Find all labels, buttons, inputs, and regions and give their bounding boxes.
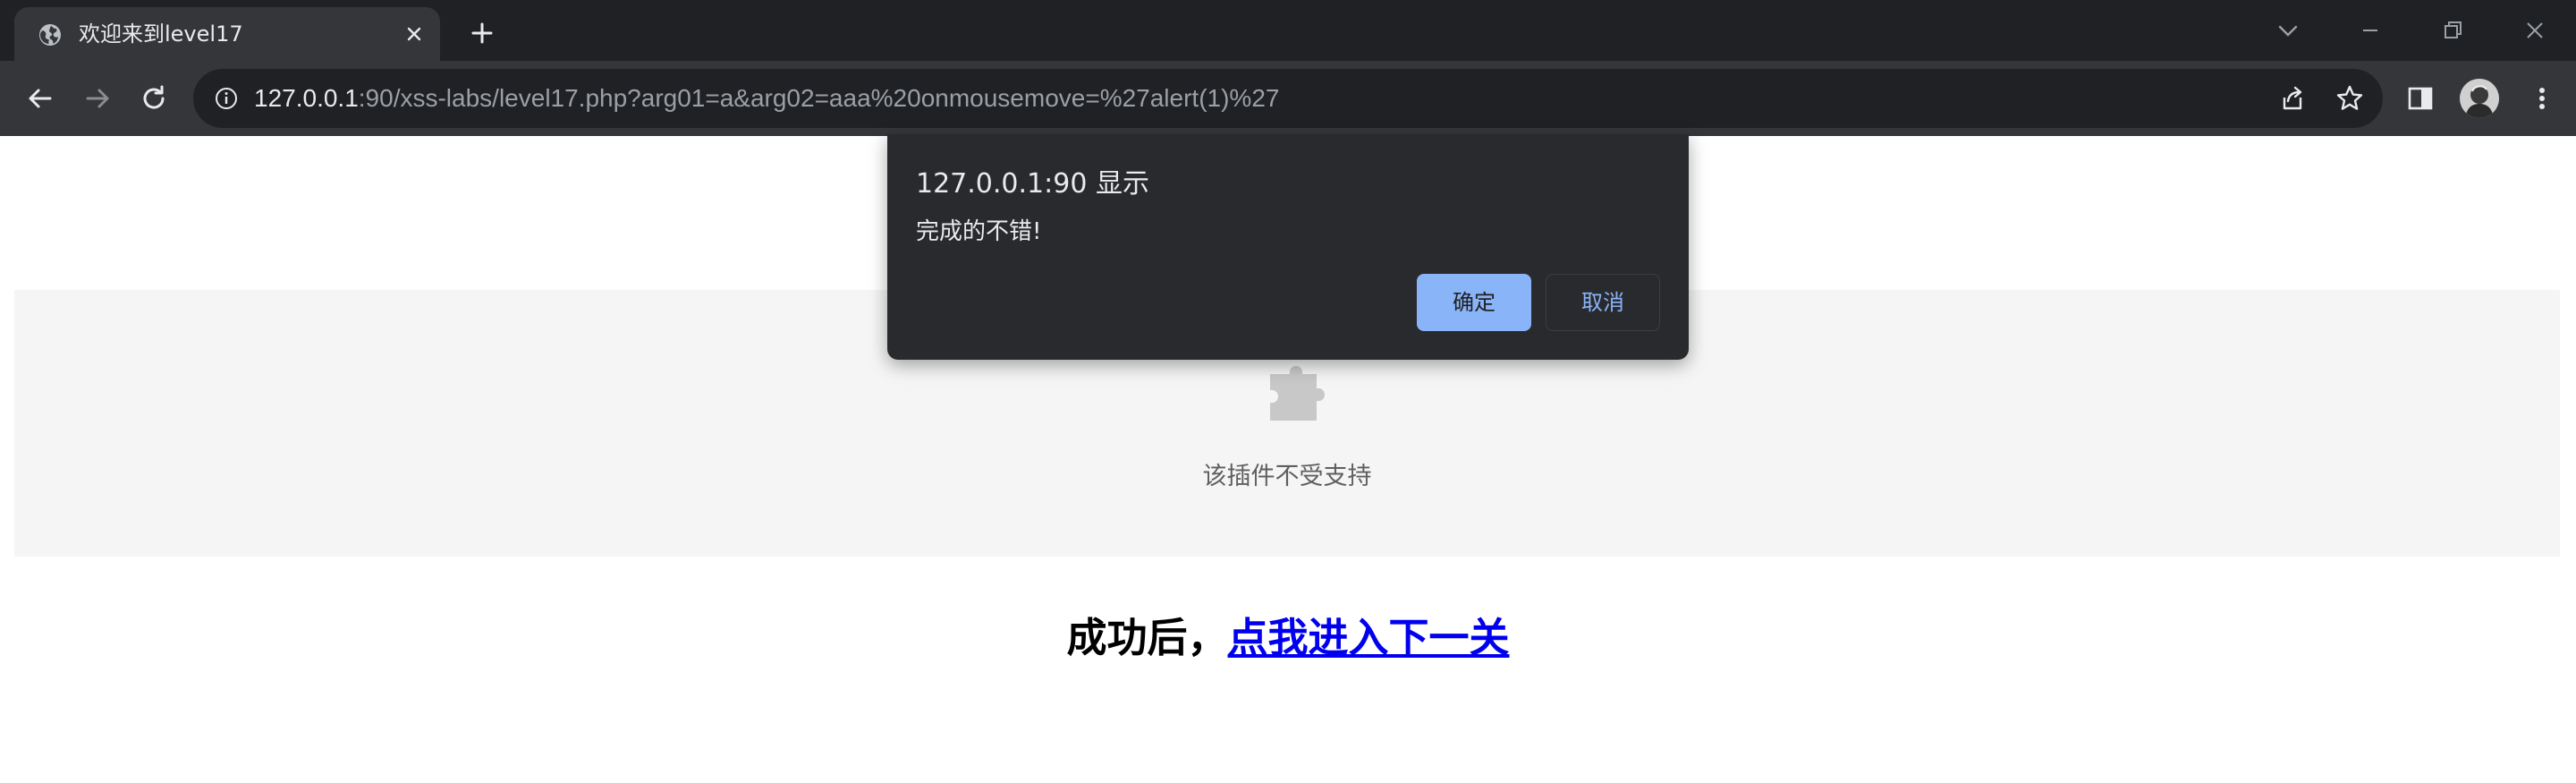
alert-dialog: 127.0.0.1:90 显示 完成的不错! 确定 取消	[887, 134, 1689, 360]
share-icon[interactable]	[2277, 83, 2308, 114]
minimize-icon[interactable]	[2352, 13, 2388, 48]
cancel-button[interactable]: 取消	[1546, 274, 1660, 331]
browser-toolbar: 127.0.0.1:90/xss-labs/level17.php?arg01=…	[0, 61, 2576, 136]
next-level-link[interactable]: 点我进入下一关	[1228, 614, 1510, 661]
plugin-unsupported-text: 该插件不受支持	[1202, 463, 1372, 490]
avatar[interactable]	[2460, 79, 2499, 118]
reload-icon[interactable]	[136, 81, 172, 116]
profile-picture-icon	[2460, 79, 2499, 118]
tab-title: 欢迎来到level17	[79, 21, 243, 47]
success-prefix: 成功后，	[1066, 614, 1228, 661]
more-vert-icon[interactable]	[2524, 81, 2560, 116]
close-icon[interactable]	[2517, 13, 2553, 48]
restore-icon[interactable]	[2435, 13, 2470, 48]
info-icon[interactable]	[213, 85, 240, 112]
close-icon[interactable]	[401, 21, 428, 47]
puzzle-icon	[1270, 366, 1325, 421]
arrow-right-icon[interactable]	[80, 81, 116, 116]
plus-icon[interactable]	[465, 16, 499, 50]
ok-button[interactable]: 确定	[1417, 274, 1531, 331]
success-message: 成功后，点我进入下一关	[0, 605, 2576, 663]
url-path: :90/xss-labs/level17.php?arg01=a&arg02=a…	[358, 84, 1280, 112]
address-bar[interactable]: 127.0.0.1:90/xss-labs/level17.php?arg01=…	[193, 69, 2383, 128]
browser-tab[interactable]: 欢迎来到level17	[14, 7, 440, 61]
url-host: 127.0.0.1	[254, 84, 359, 112]
arrow-left-icon[interactable]	[21, 81, 57, 116]
dialog-title: 127.0.0.1:90 显示	[916, 168, 1149, 200]
globe-icon	[39, 24, 61, 46]
chevron-down-icon[interactable]	[2270, 13, 2306, 48]
tab-strip: 欢迎来到level17	[0, 0, 2576, 61]
url-text[interactable]: 127.0.0.1:90/xss-labs/level17.php?arg01=…	[254, 69, 1279, 128]
dialog-message: 完成的不错!	[916, 218, 1042, 245]
star-icon[interactable]	[2334, 83, 2365, 114]
side-panel-icon[interactable]	[2402, 81, 2438, 116]
